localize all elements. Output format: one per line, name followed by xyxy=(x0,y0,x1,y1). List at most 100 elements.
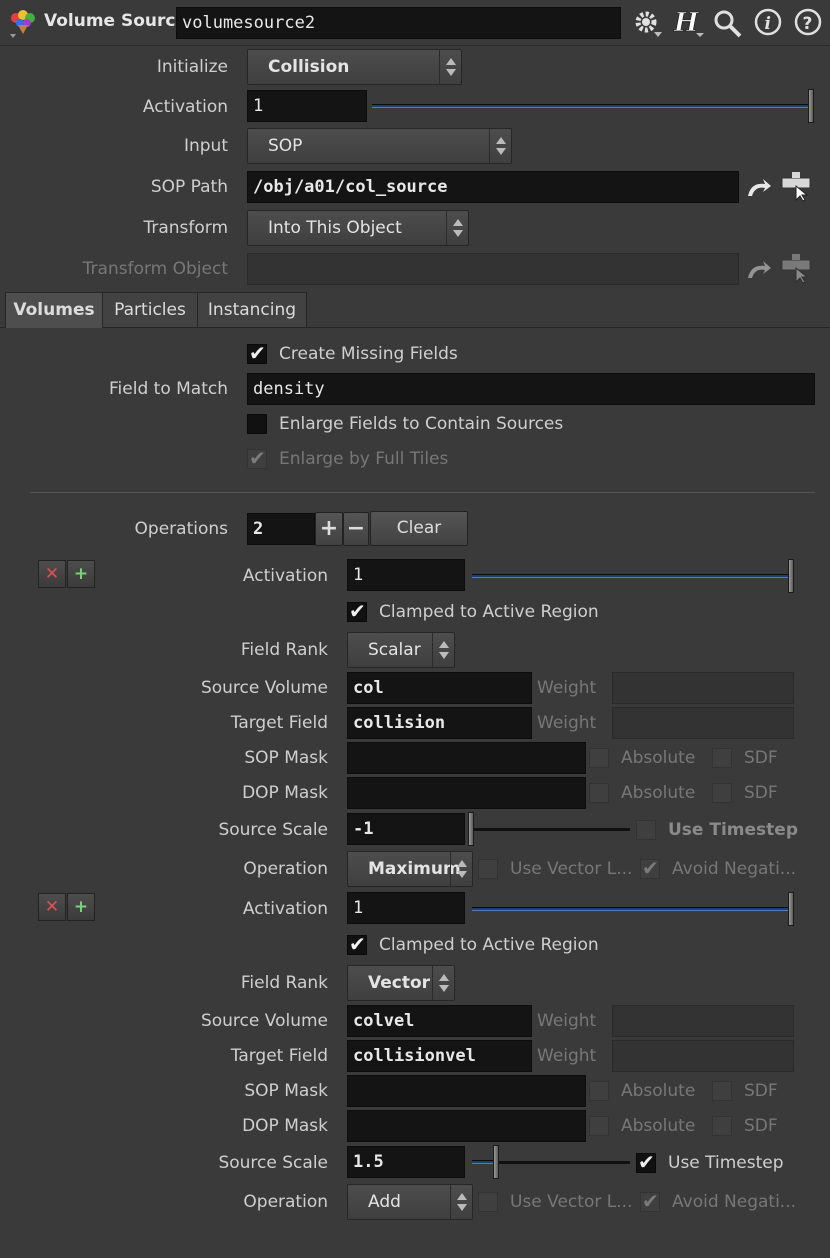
op2-use-timestep-checkbox[interactable]: ✔ xyxy=(636,1150,656,1174)
op2-field-rank-menu[interactable]: Vector xyxy=(347,965,455,1001)
op1-sop-mask-field[interactable] xyxy=(347,742,586,774)
add-operation-button[interactable]: + xyxy=(315,512,343,546)
op2-sop-absolute-checkbox xyxy=(589,1081,609,1101)
header-bar: Volume Source volumesource2 H i ? xyxy=(0,0,830,46)
op1-sop-sdf-label: SDF xyxy=(744,748,778,768)
activation-slider-handle[interactable] xyxy=(808,89,814,123)
tab-instancing[interactable]: Instancing xyxy=(197,292,307,328)
op2-sop-mask-field[interactable] xyxy=(347,1075,586,1107)
transform-object-label: Transform Object xyxy=(82,259,228,279)
op1-activation-slider-handle[interactable] xyxy=(788,559,794,593)
op2-operation-menu[interactable]: Add xyxy=(347,1184,473,1220)
op2-sop-sdf-label: SDF xyxy=(744,1081,778,1101)
op2-target-field-label: Target Field xyxy=(230,1046,328,1066)
op1-dop-sdf-label: SDF xyxy=(744,783,778,803)
op2-avoid-neg-checkbox: ✔ xyxy=(640,1189,660,1213)
op2-source-scale-slider[interactable] xyxy=(496,1161,630,1164)
op1-operation-menu[interactable]: Maximum xyxy=(347,851,473,887)
op1-source-scale-slider[interactable] xyxy=(470,828,630,831)
remove-instance-button[interactable]: ✕ xyxy=(38,893,66,921)
op1-weight-field xyxy=(612,672,794,704)
op1-source-volume-field[interactable]: col xyxy=(347,672,532,704)
op1-activation-slider[interactable] xyxy=(472,574,792,578)
operations-count-field[interactable]: 2 xyxy=(247,513,315,545)
op2-sop-mask-label: SOP Mask xyxy=(244,1081,328,1101)
initialize-menu[interactable]: Collision xyxy=(247,49,462,85)
op2-source-volume-label: Source Volume xyxy=(200,1011,328,1031)
info-icon[interactable]: i xyxy=(754,8,784,38)
create-missing-label: Create Missing Fields xyxy=(279,344,458,364)
input-label: Input xyxy=(183,136,228,156)
op2-dop-absolute-label: Absolute xyxy=(621,1116,696,1136)
search-icon[interactable] xyxy=(712,8,744,38)
op2-dop-mask-field[interactable] xyxy=(347,1110,586,1142)
node-icon[interactable] xyxy=(8,8,38,38)
remove-operation-button[interactable]: − xyxy=(343,512,369,546)
jump-icon[interactable] xyxy=(745,176,773,200)
insert-instance-button[interactable]: + xyxy=(67,560,95,588)
op1-field-rank-menu[interactable]: Scalar xyxy=(347,632,455,668)
op1-target-field-label: Target Field xyxy=(230,713,328,733)
checkmark-icon: ✔ xyxy=(642,1189,659,1213)
op2-source-scale-field[interactable]: 1.5 xyxy=(347,1146,465,1178)
input-value: SOP xyxy=(268,136,303,156)
op2-field-rank-label: Field Rank xyxy=(240,973,328,993)
houdini-help-icon[interactable]: H xyxy=(672,6,706,38)
node-type-label: Volume Source xyxy=(44,11,188,31)
op1-activation-field[interactable]: 1 xyxy=(347,559,465,591)
create-missing-checkbox[interactable]: ✔ xyxy=(247,341,267,365)
tab-particles[interactable]: Particles xyxy=(102,292,198,328)
initialize-label: Initialize xyxy=(156,57,228,77)
enlarge-checkbox[interactable] xyxy=(247,414,267,434)
remove-instance-button[interactable]: ✕ xyxy=(38,560,66,588)
op2-source-scale-slider-handle[interactable] xyxy=(493,1145,499,1179)
sop-path-field[interactable]: /obj/a01/col_source xyxy=(247,171,739,203)
op2-avoid-neg-label: Avoid Negati... xyxy=(672,1192,796,1212)
insert-instance-button[interactable]: + xyxy=(67,893,95,921)
op2-clamped-label: Clamped to Active Region xyxy=(379,935,599,955)
transform-menu[interactable]: Into This Object xyxy=(247,210,469,246)
checkmark-icon: ✔ xyxy=(249,341,266,365)
transform-value: Into This Object xyxy=(268,218,402,238)
svg-text:?: ? xyxy=(803,14,813,34)
op1-dop-sdf-checkbox xyxy=(712,783,732,803)
activation-label: Activation xyxy=(142,97,228,117)
op2-target-field-field[interactable]: collisionvel xyxy=(347,1040,532,1072)
op2-clamped-checkbox[interactable]: ✔ xyxy=(347,932,367,956)
activation-slider[interactable] xyxy=(372,104,812,108)
op2-source-volume-field[interactable]: colvel xyxy=(347,1005,532,1037)
op2-use-vector-label: Use Vector L... xyxy=(510,1192,633,1212)
op1-clamped-checkbox[interactable]: ✔ xyxy=(347,599,367,623)
op1-field-rank-label: Field Rank xyxy=(240,640,328,660)
enlarge-full-checkbox: ✔ xyxy=(247,446,267,470)
op1-use-timestep-checkbox[interactable] xyxy=(636,820,656,840)
op2-sop-sdf-checkbox xyxy=(712,1081,732,1101)
node-name-field[interactable]: volumesource2 xyxy=(176,7,621,39)
field-to-match-label: Field to Match xyxy=(109,379,228,399)
op1-source-scale-field[interactable]: -1 xyxy=(347,813,465,845)
menu-arrows-icon xyxy=(432,966,454,1000)
op2-activation-slider-handle[interactable] xyxy=(788,892,794,926)
activation-field[interactable]: 1 xyxy=(247,90,367,122)
enlarge-full-label: Enlarge by Full Tiles xyxy=(279,449,449,469)
menu-arrows-icon xyxy=(432,633,454,667)
op1-use-timestep-label: Use Timestep xyxy=(668,820,798,840)
op2-field-rank-value: Vector xyxy=(368,973,431,993)
op1-target-field-field[interactable]: collision xyxy=(347,707,532,739)
field-to-match-field[interactable]: density xyxy=(247,373,815,405)
clear-button[interactable]: Clear xyxy=(370,511,468,546)
op1-dop-mask-field[interactable] xyxy=(347,777,586,809)
checkmark-icon: ✔ xyxy=(249,446,266,470)
op2-activation-field[interactable]: 1 xyxy=(347,892,465,924)
gear-icon[interactable] xyxy=(632,8,664,38)
tab-volumes[interactable]: Volumes xyxy=(5,292,103,329)
checkmark-icon: ✔ xyxy=(349,599,366,623)
op1-source-scale-slider-handle[interactable] xyxy=(468,812,474,846)
pick-icon[interactable] xyxy=(780,170,814,202)
op2-activation-slider[interactable] xyxy=(472,907,792,911)
help-icon[interactable]: ? xyxy=(794,8,824,38)
op1-clamped-label: Clamped to Active Region xyxy=(379,602,599,622)
op2-sop-absolute-label: Absolute xyxy=(621,1081,696,1101)
op2-weight2-label: Weight xyxy=(537,1046,597,1066)
input-menu[interactable]: SOP xyxy=(247,128,512,164)
